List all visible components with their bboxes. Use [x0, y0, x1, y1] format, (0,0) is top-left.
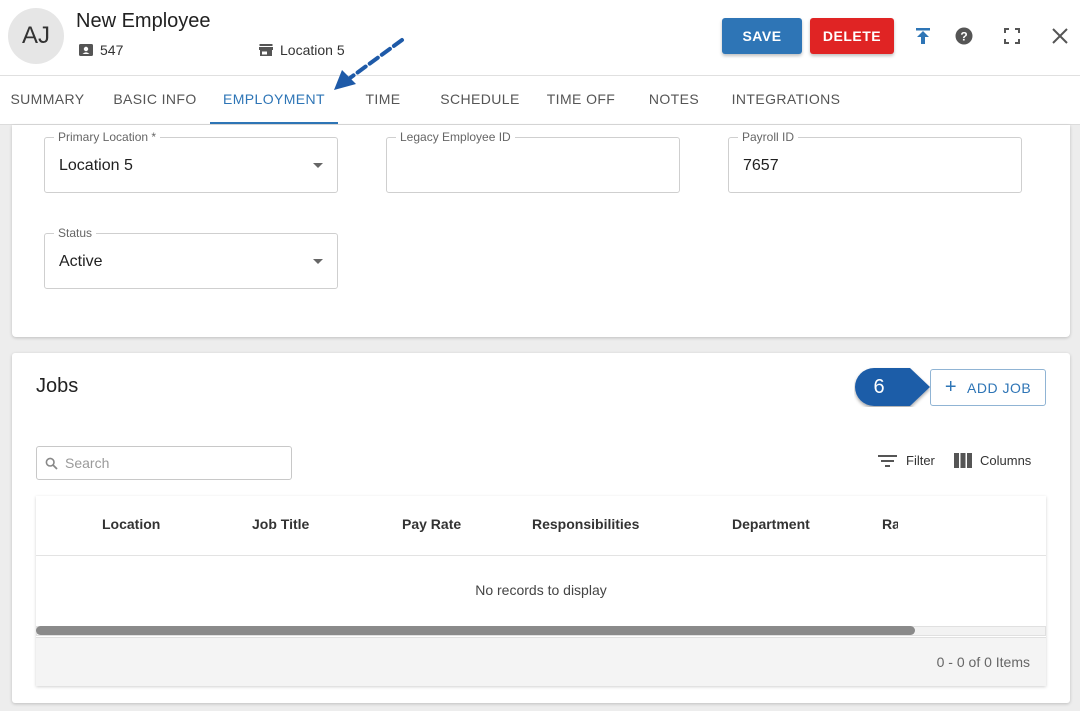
badge-icon — [79, 44, 93, 56]
horizontal-scrollbar-thumb[interactable] — [36, 626, 915, 635]
empty-message: No records to display — [475, 582, 607, 598]
tab-summary[interactable]: SUMMARY — [0, 76, 95, 124]
jobs-search[interactable] — [36, 446, 292, 480]
column-header-responsibilities[interactable]: Responsibilities — [532, 516, 639, 532]
primary-location-select[interactable]: Primary Location * Location 5 — [44, 130, 338, 193]
tab-basic-info[interactable]: BASIC INFO — [104, 76, 206, 124]
columns-label: Columns — [980, 453, 1032, 468]
search-input[interactable] — [65, 453, 280, 473]
add-job-button[interactable]: + ADD JOB — [930, 369, 1046, 406]
table-header: Location Job Title Pay Rate Responsibili… — [36, 496, 1046, 556]
avatar: AJ — [8, 8, 64, 64]
search-icon — [45, 457, 58, 470]
tab-integrations[interactable]: INTEGRATIONS — [724, 76, 848, 124]
fullscreen-icon[interactable] — [1000, 24, 1024, 48]
column-header-location[interactable]: Location — [102, 516, 160, 532]
help-icon[interactable]: ? — [952, 24, 976, 48]
publish-icon[interactable] — [911, 24, 935, 48]
column-header-job-title[interactable]: Job Title — [252, 516, 309, 532]
filter-button[interactable]: Filter — [878, 453, 935, 468]
chevron-down-icon — [313, 163, 323, 168]
employee-header: AJ New Employee 547 Location 5 SAVE DELE… — [0, 0, 1080, 76]
annotation-arrow — [334, 38, 404, 90]
save-button[interactable]: SAVE — [722, 18, 802, 54]
jobs-card: Jobs 6 + ADD JOB Filter Columns Location… — [12, 353, 1070, 703]
employee-name: New Employee — [76, 10, 211, 32]
status-value: Active — [59, 253, 103, 270]
delete-button[interactable]: DELETE — [810, 18, 894, 54]
pager-info: 0 - 0 of 0 Items — [936, 654, 1030, 670]
jobs-table: Location Job Title Pay Rate Responsibili… — [36, 496, 1046, 686]
column-header-truncated[interactable]: Ra — [882, 516, 898, 532]
legacy-employee-id-field[interactable]: Legacy Employee ID — [386, 130, 680, 193]
columns-icon — [954, 453, 972, 468]
store-icon — [259, 44, 273, 56]
columns-button[interactable]: Columns — [954, 453, 1031, 468]
tab-bar: SUMMARY BASIC INFO EMPLOYMENT TIME SCHED… — [0, 76, 1080, 125]
primary-location-label: Primary Location * — [54, 130, 161, 144]
payroll-id-label: Payroll ID — [738, 130, 799, 144]
table-footer: 0 - 0 of 0 Items — [36, 637, 1046, 686]
tab-schedule[interactable]: SCHEDULE — [432, 76, 528, 124]
status-select[interactable]: Status Active — [44, 226, 338, 289]
employee-id: 547 — [78, 42, 123, 58]
filter-icon — [878, 454, 897, 467]
column-header-department[interactable]: Department — [732, 516, 810, 532]
tab-employment[interactable]: EMPLOYMENT — [210, 76, 338, 124]
step-callout-number: 6 — [873, 375, 885, 398]
svg-text:?: ? — [960, 30, 967, 44]
legacy-employee-id-label: Legacy Employee ID — [396, 130, 515, 144]
payroll-id-field[interactable]: Payroll ID 7657 — [728, 130, 1022, 193]
tab-time-off[interactable]: TIME OFF — [538, 76, 624, 124]
chevron-down-icon — [313, 259, 323, 264]
employee-id-value: 547 — [100, 42, 124, 58]
add-job-label: ADD JOB — [967, 379, 1032, 396]
close-icon[interactable] — [1048, 24, 1072, 48]
payroll-id-value: 7657 — [743, 157, 779, 174]
jobs-title: Jobs — [36, 375, 79, 397]
plus-icon: + — [944, 376, 957, 398]
tab-notes[interactable]: NOTES — [640, 76, 708, 124]
employment-details-card: Primary Location * Location 5 Legacy Emp… — [12, 125, 1070, 337]
column-header-pay-rate[interactable]: Pay Rate — [402, 516, 461, 532]
primary-location-value: Location 5 — [59, 157, 133, 174]
filter-label: Filter — [906, 453, 935, 468]
status-label: Status — [54, 226, 97, 240]
